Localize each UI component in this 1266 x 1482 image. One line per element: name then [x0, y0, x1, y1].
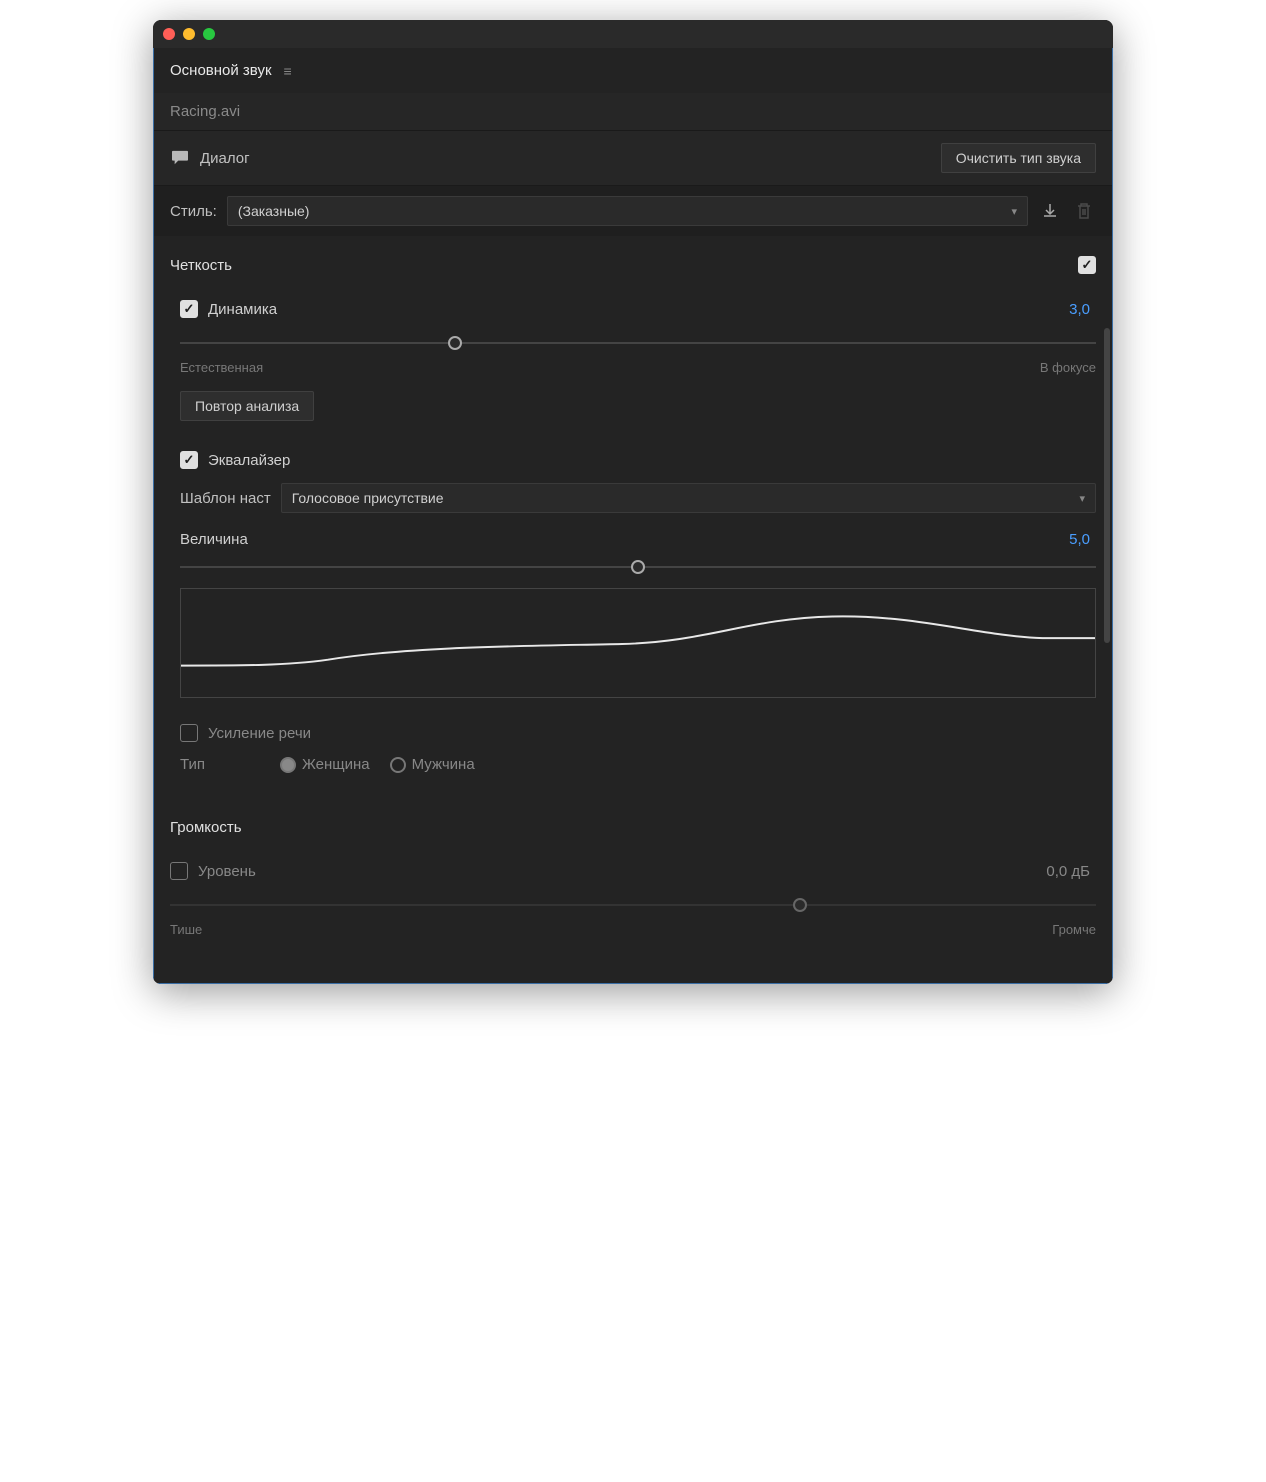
level-left-label: Тише	[170, 922, 202, 937]
clarity-section: Четкость Динамика 3,0 Естественна	[154, 236, 1112, 799]
dynamics-checkbox[interactable]	[180, 300, 198, 318]
clarity-title: Четкость	[170, 257, 232, 274]
female-radio-label: Женщина	[302, 756, 370, 773]
level-slider[interactable]	[170, 896, 1096, 914]
reanalyze-button[interactable]: Повтор анализа	[180, 391, 314, 421]
volume-title: Громкость	[170, 819, 242, 836]
speech-enhance-label: Усиление речи	[208, 725, 311, 742]
speech-enhance-checkbox[interactable]	[180, 724, 198, 742]
titlebar[interactable]	[153, 20, 1113, 48]
audio-type-label: Диалог	[200, 150, 250, 167]
dynamics-value[interactable]: 3,0	[1069, 301, 1090, 318]
level-label: Уровень	[198, 863, 256, 880]
male-radio[interactable]	[390, 757, 406, 773]
style-row: Стиль: (Заказные) ▾	[154, 186, 1112, 236]
maximize-window-button[interactable]	[203, 28, 215, 40]
save-preset-button[interactable]	[1038, 199, 1062, 223]
scrollbar[interactable]	[1104, 328, 1110, 643]
dynamics-label: Динамика	[208, 301, 277, 318]
female-radio[interactable]	[280, 757, 296, 773]
dynamics-left-label: Естественная	[180, 360, 263, 375]
style-preset-value: (Заказные)	[238, 203, 310, 219]
eq-preset-value: Голосовое присутствие	[292, 490, 444, 506]
dialogue-icon	[170, 150, 190, 166]
chevron-down-icon: ▾	[1079, 492, 1085, 505]
clarity-toggle-checkbox[interactable]	[1078, 256, 1096, 274]
level-checkbox[interactable]	[170, 862, 188, 880]
level-value[interactable]: 0,0 дБ	[1046, 863, 1090, 880]
eq-amount-value[interactable]: 5,0	[1069, 531, 1090, 548]
equalizer-label: Эквалайзер	[208, 452, 290, 469]
panel-header: Основной звук ≡	[154, 48, 1112, 93]
essential-sound-panel: Основной звук ≡ Racing.avi Диалог Очисти…	[153, 48, 1113, 984]
level-right-label: Громче	[1052, 922, 1096, 937]
chevron-down-icon: ▾	[1011, 205, 1017, 218]
eq-amount-label: Величина	[180, 531, 248, 548]
dynamics-right-label: В фокусе	[1040, 360, 1096, 375]
clear-audio-type-button[interactable]: Очистить тип звука	[941, 143, 1096, 173]
eq-preset-label: Шаблон наст	[180, 490, 271, 507]
app-window: Основной звук ≡ Racing.avi Диалог Очисти…	[153, 20, 1113, 984]
style-label: Стиль:	[170, 203, 217, 220]
equalizer-checkbox[interactable]	[180, 451, 198, 469]
panel-title: Основной звук	[170, 62, 272, 79]
delete-preset-button[interactable]	[1072, 199, 1096, 223]
filename-bar: Racing.avi	[154, 93, 1112, 130]
eq-curve-graph[interactable]	[180, 588, 1096, 698]
audio-type-row: Диалог Очистить тип звука	[154, 130, 1112, 186]
volume-header[interactable]: Громкость	[170, 809, 1096, 846]
volume-section: Громкость Уровень 0,0 дБ Тише Громче	[154, 799, 1112, 953]
close-window-button[interactable]	[163, 28, 175, 40]
male-radio-label: Мужчина	[412, 756, 475, 773]
speech-type-label: Тип	[180, 756, 260, 773]
clarity-header[interactable]: Четкость	[170, 246, 1096, 284]
eq-preset-select[interactable]: Голосовое присутствие ▾	[281, 483, 1096, 513]
filename-text: Racing.avi	[170, 103, 240, 120]
eq-amount-slider[interactable]	[180, 558, 1096, 576]
dynamics-slider[interactable]	[180, 334, 1096, 352]
panel-menu-icon[interactable]: ≡	[284, 63, 292, 79]
minimize-window-button[interactable]	[183, 28, 195, 40]
style-preset-select[interactable]: (Заказные) ▾	[227, 196, 1028, 226]
